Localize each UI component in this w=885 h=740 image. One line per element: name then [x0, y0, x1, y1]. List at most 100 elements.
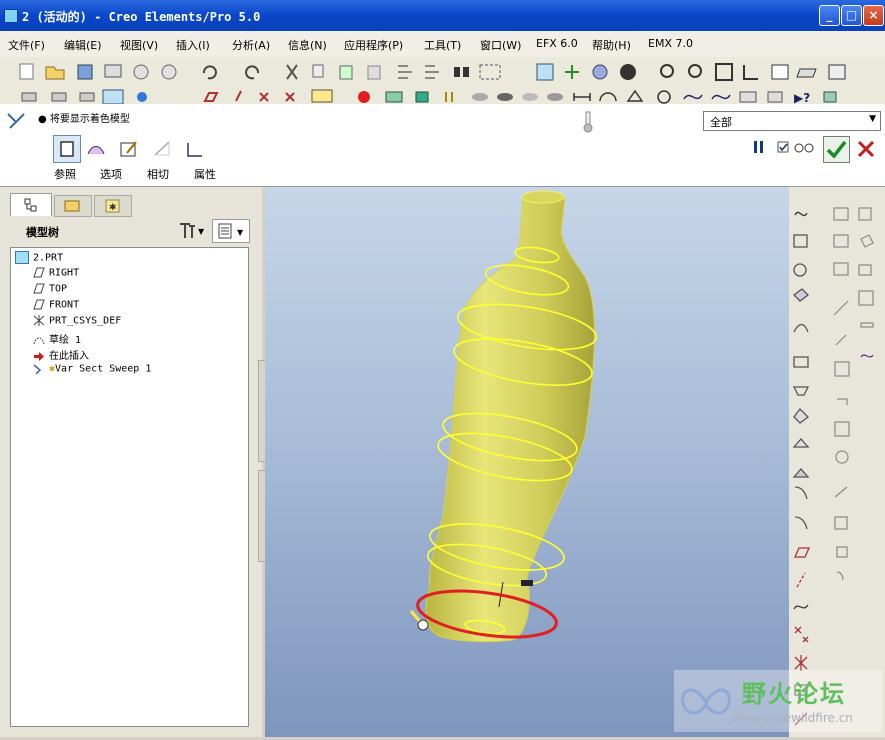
rib-icon[interactable]	[793, 408, 809, 424]
chamfer-icon[interactable]	[794, 486, 808, 500]
tab-options[interactable]: 选项	[100, 166, 122, 182]
sketch-edit-button[interactable]	[119, 139, 139, 159]
sweep-surface-button[interactable]	[86, 140, 106, 158]
find-icon[interactable]	[454, 67, 469, 77]
grid-icon[interactable]	[858, 290, 874, 306]
show-button[interactable]: ▼	[212, 219, 250, 243]
email-link-icon[interactable]	[161, 64, 177, 80]
filter-select[interactable]: 全部 ▼	[703, 111, 881, 131]
layers-icon[interactable]	[796, 68, 817, 78]
menu-applications[interactable]: 应用程序(P)	[344, 37, 403, 53]
tree-node-right[interactable]: RIGHT	[33, 267, 79, 282]
hidden-line-icon[interactable]	[472, 93, 488, 101]
thicken-tool-icon[interactable]	[860, 322, 874, 328]
print-icon[interactable]	[104, 64, 122, 78]
regenerate-icon[interactable]	[398, 65, 412, 79]
component-icon[interactable]	[836, 546, 848, 558]
offset-icon[interactable]	[858, 264, 872, 276]
reorient-icon[interactable]	[743, 65, 758, 80]
menu-emx[interactable]: EMX 7.0	[648, 37, 693, 50]
sketch-tool-icon[interactable]	[794, 211, 808, 217]
copy-feature-icon[interactable]	[833, 207, 849, 221]
send-mail-icon[interactable]	[133, 64, 149, 80]
shading-icon[interactable]	[620, 64, 636, 80]
tree-settings-button[interactable]: ▼	[176, 220, 208, 242]
model-setup-icon[interactable]	[385, 91, 403, 103]
cut-icon[interactable]	[286, 64, 298, 80]
axis-display-icon[interactable]	[235, 90, 242, 102]
ribbon-icon[interactable]	[836, 571, 844, 581]
sketch-icon[interactable]	[137, 92, 147, 102]
no-hidden-icon[interactable]	[497, 93, 513, 101]
pattern-icon[interactable]	[833, 262, 849, 276]
menu-window[interactable]: 窗口(W)	[480, 37, 521, 53]
tree-node-sweep[interactable]: ✱Var Sect Sweep 1	[33, 363, 151, 378]
mirror-icon[interactable]	[858, 207, 872, 221]
tab-favorites[interactable]: ✱	[94, 195, 132, 217]
curvature-icon[interactable]	[711, 94, 731, 100]
csys-display-icon[interactable]	[285, 92, 295, 102]
datum-csys-tool-icon[interactable]	[794, 655, 808, 671]
datum-plane-icon[interactable]	[21, 92, 37, 102]
menu-info[interactable]: 信息(N)	[288, 37, 327, 53]
datum-axis-icon[interactable]	[51, 92, 67, 102]
bottle-model[interactable]	[409, 190, 599, 643]
thicken-button[interactable]	[185, 140, 205, 158]
sweep-icon[interactable]	[793, 288, 809, 302]
flatten-icon[interactable]	[835, 450, 849, 464]
tree-node-sketch[interactable]: 草绘 1	[33, 331, 81, 346]
draft-icon[interactable]	[792, 438, 810, 448]
extrude-icon[interactable]	[793, 234, 808, 248]
zoom-in-icon[interactable]	[660, 64, 674, 78]
save-icon[interactable]	[77, 64, 93, 80]
datum-axis-tool-icon[interactable]	[796, 572, 806, 588]
style-icon[interactable]	[860, 354, 874, 358]
saved-views-icon[interactable]	[771, 64, 789, 80]
menu-edit[interactable]: 编辑(E)	[64, 37, 102, 53]
point-display-icon[interactable]	[259, 92, 269, 102]
remove-material-button[interactable]	[152, 140, 172, 158]
round-icon[interactable]	[792, 468, 810, 478]
copy-icon[interactable]	[312, 64, 324, 78]
datum-curve-icon[interactable]	[793, 604, 809, 610]
menu-view[interactable]: 视图(V)	[120, 37, 158, 53]
menu-file[interactable]: 文件(F)	[8, 37, 45, 53]
revolve-icon[interactable]	[793, 263, 807, 277]
graphics-window[interactable]	[265, 187, 789, 737]
maximize-button[interactable]: □	[841, 5, 862, 26]
tree-node-insert-here[interactable]: 在此插入	[33, 347, 89, 362]
wireframe-icon[interactable]	[522, 93, 538, 101]
tree-node-csys[interactable]: PRT_CSYS_DEF	[33, 315, 121, 330]
redo-icon[interactable]	[245, 65, 260, 80]
preview-toggle[interactable]	[776, 139, 816, 155]
regen-manager-icon[interactable]	[425, 65, 439, 79]
zoom-out-icon[interactable]	[688, 64, 702, 78]
menu-efx[interactable]: EFX 6.0	[536, 37, 578, 50]
tab-model-tree[interactable]	[10, 193, 52, 216]
datum-point-tool-icon[interactable]	[794, 626, 809, 643]
paste-special-icon[interactable]	[367, 65, 381, 80]
sweep-solid-button[interactable]	[53, 135, 81, 163]
project-icon[interactable]	[835, 334, 847, 346]
hole-icon[interactable]	[793, 356, 809, 368]
tree-node-top[interactable]: TOP	[33, 283, 67, 298]
intersect-icon[interactable]	[837, 398, 848, 405]
tab-properties[interactable]: 属性	[194, 166, 216, 182]
tab-references[interactable]: 参照	[54, 166, 76, 182]
shaded-icon[interactable]	[547, 93, 563, 101]
toroidal-icon[interactable]	[834, 516, 848, 530]
arc-icon[interactable]	[599, 92, 617, 102]
active-tool-icon[interactable]	[102, 89, 124, 104]
edge-chamfer-icon[interactable]	[794, 516, 808, 530]
apply-button[interactable]	[823, 136, 850, 163]
section-icon[interactable]	[657, 90, 671, 104]
appearance-icon[interactable]	[358, 91, 370, 103]
datum-point-icon[interactable]	[79, 92, 95, 102]
tree-node-front[interactable]: FRONT	[33, 299, 79, 314]
extend-icon[interactable]	[833, 300, 849, 316]
undo-icon[interactable]	[202, 65, 217, 80]
warp-icon[interactable]	[834, 421, 850, 437]
view-manager-icon[interactable]	[828, 64, 846, 80]
datum-plane-tool-icon[interactable]	[793, 547, 811, 558]
model-player-icon[interactable]	[823, 91, 837, 103]
